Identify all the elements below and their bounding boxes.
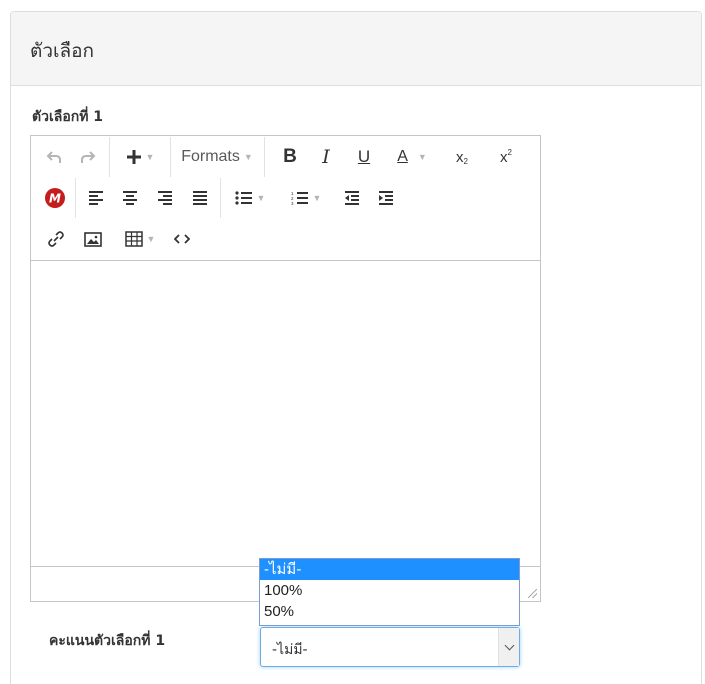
caret-down-icon: ▼ bbox=[243, 152, 253, 162]
formats-dropdown[interactable]: Formats ▼ bbox=[175, 141, 259, 173]
resize-handle-icon[interactable] bbox=[528, 589, 537, 598]
align-justify-icon bbox=[193, 191, 207, 205]
toolbar-separator bbox=[109, 137, 110, 177]
undo-button[interactable] bbox=[41, 141, 67, 173]
svg-text:M: M bbox=[49, 192, 61, 206]
align-right-icon bbox=[158, 191, 172, 205]
caret-down-icon: ▼ bbox=[145, 152, 155, 162]
italic-button[interactable]: I bbox=[313, 141, 339, 173]
toolbar-separator bbox=[75, 178, 76, 218]
redo-button[interactable] bbox=[75, 141, 101, 173]
grade-option[interactable]: -ไม่มี- bbox=[260, 559, 519, 580]
indent-button[interactable] bbox=[373, 182, 399, 214]
outdent-button[interactable] bbox=[339, 182, 365, 214]
subscript-button[interactable]: x2 bbox=[449, 141, 475, 173]
align-left-button[interactable] bbox=[83, 182, 109, 214]
numbered-list-icon: 123 bbox=[291, 191, 308, 205]
panel-title: ตัวเลือก bbox=[30, 40, 95, 62]
link-icon bbox=[48, 231, 64, 247]
underline-button[interactable]: U bbox=[351, 141, 377, 173]
grade-options-list: -ไม่มี- 100% 50% bbox=[259, 558, 520, 626]
grade-option[interactable]: 50% bbox=[260, 601, 519, 622]
plus-icon bbox=[126, 150, 141, 164]
align-right-button[interactable] bbox=[152, 182, 178, 214]
grade-label: คะแนนตัวเลือกที่ 1 bbox=[49, 633, 166, 649]
insert-table-button[interactable]: ▼ bbox=[117, 223, 163, 255]
select-arrow[interactable] bbox=[498, 628, 519, 666]
svg-text:3: 3 bbox=[291, 201, 294, 205]
bullet-list-icon bbox=[234, 191, 252, 205]
choice-label: ตัวเลือกที่ 1 bbox=[32, 109, 104, 125]
rich-text-editor: ▼ Formats ▼ B I U A ▼ x2 x2 M ▼ 1 2 3 ▼ … bbox=[30, 135, 541, 602]
chevron-down-icon bbox=[504, 640, 514, 650]
grade-select[interactable]: -ไม่มี- bbox=[260, 627, 520, 667]
image-icon bbox=[84, 231, 102, 247]
caret-down-icon: ▼ bbox=[417, 152, 427, 162]
mathtype-button[interactable]: M bbox=[42, 182, 68, 214]
editor-content-area[interactable] bbox=[31, 262, 540, 567]
undo-icon bbox=[46, 151, 61, 163]
numbered-list-button[interactable]: 123 ▼ bbox=[283, 182, 329, 214]
toolbar-separator bbox=[264, 137, 265, 177]
caret-down-icon: ▼ bbox=[146, 234, 156, 244]
bullet-list-button[interactable]: ▼ bbox=[227, 182, 273, 214]
superscript-icon: x bbox=[500, 148, 508, 166]
align-justify-button[interactable] bbox=[187, 182, 213, 214]
subscript-icon: x bbox=[456, 148, 464, 166]
source-code-button[interactable] bbox=[169, 223, 195, 255]
insert-link-button[interactable] bbox=[43, 223, 69, 255]
grade-option[interactable]: 100% bbox=[260, 580, 519, 601]
align-center-icon bbox=[123, 191, 137, 205]
toolbar-row-1: ▼ Formats ▼ B I U A ▼ x2 x2 bbox=[31, 137, 540, 177]
table-icon bbox=[124, 231, 143, 247]
align-left-icon bbox=[89, 191, 103, 205]
toolbar-separator bbox=[170, 137, 171, 177]
text-color-icon: A bbox=[397, 148, 408, 165]
caret-down-icon: ▼ bbox=[256, 193, 266, 203]
toolbar-row-2: M ▼ 123 ▼ bbox=[31, 178, 540, 218]
insert-image-button[interactable] bbox=[80, 223, 106, 255]
insert-menu-button[interactable]: ▼ bbox=[117, 141, 163, 173]
panel-heading: ตัวเลือก bbox=[11, 12, 701, 86]
bold-button[interactable]: B bbox=[277, 141, 303, 173]
outdent-icon bbox=[345, 191, 359, 205]
toolbar-separator bbox=[220, 178, 221, 218]
text-color-button[interactable]: A ▼ bbox=[389, 141, 435, 173]
caret-down-icon: ▼ bbox=[312, 193, 322, 203]
editor-toolbar: ▼ Formats ▼ B I U A ▼ x2 x2 M ▼ 1 2 3 ▼ … bbox=[31, 136, 540, 261]
redo-icon bbox=[81, 151, 96, 163]
formats-label: Formats bbox=[181, 148, 240, 165]
grade-select-value: -ไม่มี- bbox=[272, 642, 308, 658]
toolbar-row-3: ▼ bbox=[31, 219, 540, 259]
mathtype-icon: M bbox=[45, 188, 65, 208]
indent-icon bbox=[379, 191, 393, 205]
code-icon bbox=[174, 234, 190, 244]
align-center-button[interactable] bbox=[117, 182, 143, 214]
superscript-button[interactable]: x2 bbox=[493, 141, 519, 173]
